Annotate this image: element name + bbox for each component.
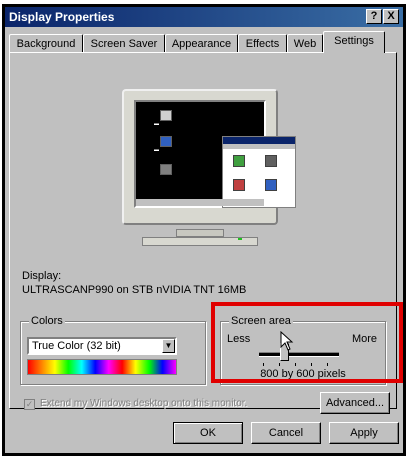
display-properties-window: Display Properties ? X Background Screen… (2, 4, 406, 456)
tab-background[interactable]: Background (9, 34, 83, 52)
window-title: Display Properties (9, 10, 115, 24)
colors-dropdown[interactable]: True Color (32 bit) ▼ (27, 337, 177, 355)
mini-window-preview (222, 136, 296, 208)
title-bar[interactable]: Display Properties ? X (5, 7, 403, 27)
mini-control-icon (233, 179, 245, 191)
network-desktop-icon (160, 136, 172, 147)
mini-taskbar (136, 199, 264, 206)
colors-group: Colors True Color (32 bit) ▼ (20, 315, 206, 385)
mini-folder-icon (233, 155, 245, 167)
display-device-name: ULTRASCANP990 on STB nVIDIA TNT 16MB (22, 284, 247, 296)
mouse-pointer-icon (280, 330, 294, 354)
ok-button[interactable]: OK (173, 422, 243, 444)
tab-screen-saver[interactable]: Screen Saver (83, 34, 165, 52)
recycle-bin-desktop-icon (160, 164, 172, 175)
extend-desktop-label: Extend my Windows desktop onto this moni… (40, 398, 248, 409)
tab-effects[interactable]: Effects (238, 34, 287, 52)
tab-web[interactable]: Web (287, 34, 323, 52)
display-label: Display: (22, 270, 62, 282)
colors-selected-value: True Color (32 bit) (32, 340, 121, 352)
chevron-down-icon[interactable]: ▼ (162, 339, 175, 353)
colors-group-label: Colors (29, 315, 65, 327)
power-led (238, 238, 242, 240)
mini-network-icon (265, 179, 277, 191)
tab-appearance[interactable]: Appearance (165, 34, 238, 52)
mini-printer-icon (265, 155, 277, 167)
cancel-button[interactable]: Cancel (251, 422, 321, 444)
extend-desktop-checkbox[interactable]: ✓ (24, 399, 35, 410)
window-body: Display Properties ? X Background Screen… (5, 7, 403, 453)
screen-area-highlight (211, 302, 403, 383)
tab-settings[interactable]: Settings (323, 31, 385, 53)
my-computer-desktop-icon (160, 110, 172, 121)
close-button[interactable]: X (383, 9, 399, 24)
monitor-neck (176, 229, 224, 237)
color-palette-bar (27, 359, 177, 375)
advanced-button[interactable]: Advanced... (320, 392, 390, 414)
apply-button[interactable]: Apply (329, 422, 399, 444)
monitor-screen: ▬ ▬ (134, 100, 296, 208)
help-button[interactable]: ? (366, 9, 382, 24)
